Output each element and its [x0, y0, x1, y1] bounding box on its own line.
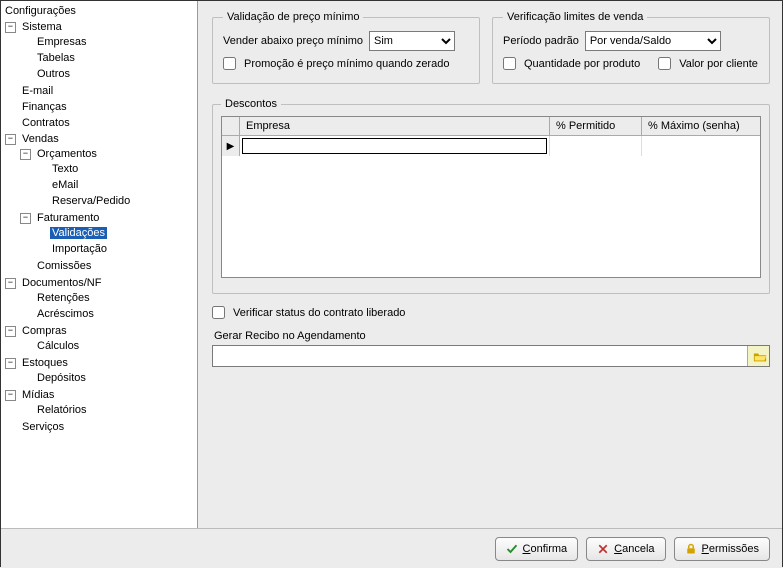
tree-node-depositos[interactable]: Depósitos [1, 371, 197, 385]
tree-node-email2[interactable]: eMail [1, 178, 197, 192]
legend-validacao-preco: Validação de preço mínimo [223, 11, 363, 23]
grid-header: Empresa % Permitido % Máximo (senha) [222, 117, 760, 136]
tree-node-financas[interactable]: Finanças [1, 100, 197, 114]
collapse-icon[interactable]: − [5, 278, 16, 289]
permissoes-button[interactable]: Permissões [674, 537, 770, 561]
grid-descontos[interactable]: Empresa % Permitido % Máximo (senha) ▶ [221, 116, 761, 278]
tree-node-vendas[interactable]: − Vendas [1, 132, 197, 146]
checkbox-promocao-zerado-input[interactable] [223, 57, 236, 70]
tree-node-midias[interactable]: − Mídias [1, 388, 197, 402]
tree-node-empresas[interactable]: Empresas [1, 35, 197, 49]
tree-node-estoques[interactable]: − Estoques [1, 356, 197, 370]
tree-node-reserva[interactable]: Reserva/Pedido [1, 194, 197, 208]
cell-maximo[interactable] [642, 136, 760, 156]
grid-header-empresa[interactable]: Empresa [240, 117, 550, 135]
checkbox-quantidade-produto-input[interactable] [503, 57, 516, 70]
tree-node-sistema[interactable]: − Sistema [1, 20, 197, 34]
lock-icon [685, 543, 697, 555]
cancela-button[interactable]: Cancela [586, 537, 665, 561]
tree-node-importacao[interactable]: Importação [1, 242, 197, 256]
grid-body[interactable]: ▶ [222, 136, 760, 277]
select-periodo-padrao[interactable]: Por venda/Saldo [585, 31, 721, 51]
cancel-icon [597, 543, 609, 555]
grid-header-permitido[interactable]: % Permitido [550, 117, 642, 135]
checkbox-valor-cliente-input[interactable] [658, 57, 671, 70]
tree-node-faturamento[interactable]: − Faturamento [1, 211, 197, 225]
tree-node-outros[interactable]: Outros [1, 67, 197, 81]
confirma-button[interactable]: Confirma [495, 537, 579, 561]
collapse-icon[interactable]: − [20, 149, 31, 160]
fieldset-validacao-preco: Validação de preço mínimo Vender abaixo … [212, 11, 480, 84]
grid-header-maximo[interactable]: % Máximo (senha) [642, 117, 760, 135]
collapse-icon[interactable]: − [5, 134, 16, 145]
tree-node-documentos[interactable]: − Documentos/NF [1, 276, 197, 290]
footer-buttons: Confirma Cancela Permissões [1, 528, 782, 568]
row-marker-icon: ▶ [222, 136, 240, 156]
tree-node-compras[interactable]: − Compras [1, 324, 197, 338]
checkbox-quantidade-produto[interactable]: Quantidade por produto [503, 57, 640, 70]
folder-open-icon [753, 350, 765, 362]
fieldset-descontos: Descontos Empresa % Permitido % Máximo (… [212, 98, 770, 294]
collapse-icon[interactable]: − [5, 22, 16, 33]
collapse-icon[interactable]: − [5, 358, 16, 369]
tree-node-servicos[interactable]: Serviços [1, 420, 197, 434]
check-icon [506, 543, 518, 555]
tree-node-texto[interactable]: Texto [1, 162, 197, 176]
tree-node-acrescimos[interactable]: Acréscimos [1, 307, 197, 321]
table-row[interactable]: ▶ [222, 136, 760, 156]
label-gerar-recibo: Gerar Recibo no Agendamento [214, 330, 770, 342]
fieldset-limites-venda: Verificação limites de venda Período pad… [492, 11, 770, 84]
collapse-icon[interactable]: − [5, 326, 16, 337]
tree-node-comissoes[interactable]: Comissões [1, 259, 197, 273]
open-file-button[interactable] [747, 346, 769, 366]
grid-header-rowselector [222, 117, 240, 135]
label-periodo-padrao: Período padrão [503, 35, 579, 47]
checkbox-verificar-contrato[interactable]: Verificar status do contrato liberado [212, 306, 405, 319]
tree-node-orcamentos[interactable]: − Orçamentos [1, 147, 197, 161]
tree-node-calculos[interactable]: Cálculos [1, 339, 197, 353]
input-recibo-path[interactable] [213, 346, 747, 366]
collapse-icon[interactable]: − [5, 390, 16, 401]
label-vender-abaixo: Vender abaixo preço mínimo [223, 35, 363, 47]
checkbox-promocao-zerado[interactable]: Promoção é preço mínimo quando zerado [223, 57, 449, 70]
main-panel: Validação de preço mínimo Vender abaixo … [198, 1, 782, 528]
legend-descontos: Descontos [221, 98, 281, 110]
collapse-icon[interactable]: − [20, 213, 31, 224]
sidebar-tree[interactable]: Configurações − Sistema Empresas Tabelas… [1, 1, 198, 528]
tree-node-contratos[interactable]: Contratos [1, 116, 197, 130]
tree-node-email[interactable]: E-mail [1, 84, 197, 98]
cell-empresa-input[interactable] [242, 138, 547, 154]
cell-permitido[interactable] [550, 136, 642, 156]
tree-node-validacoes[interactable]: Validações [1, 226, 197, 240]
tree-node-retencoes[interactable]: Retenções [1, 291, 197, 305]
tree-node-relatorios[interactable]: Relatórios [1, 403, 197, 417]
select-vender-abaixo[interactable]: Sim [369, 31, 455, 51]
legend-limites-venda: Verificação limites de venda [503, 11, 647, 23]
tree-node-tabelas[interactable]: Tabelas [1, 51, 197, 65]
tree-title: Configurações [1, 3, 197, 19]
checkbox-verificar-contrato-input[interactable] [212, 306, 225, 319]
checkbox-valor-cliente[interactable]: Valor por cliente [658, 57, 758, 70]
file-field-recibo[interactable] [212, 345, 770, 367]
